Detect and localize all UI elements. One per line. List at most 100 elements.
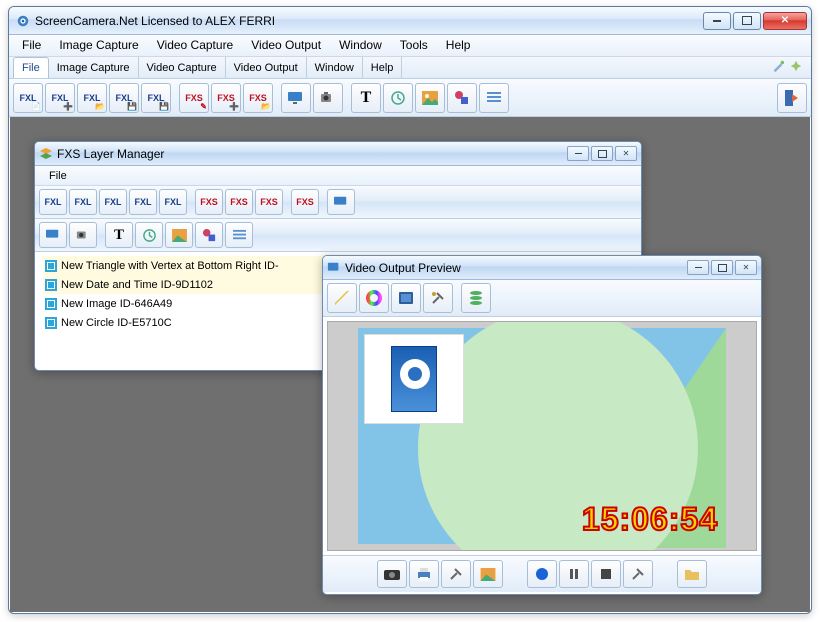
layer-checkbox-icon[interactable] bbox=[45, 260, 57, 272]
record-button[interactable] bbox=[527, 560, 557, 588]
monitor-icon bbox=[327, 261, 341, 275]
preview-title: Video Output Preview bbox=[345, 261, 685, 275]
rec-settings-button[interactable] bbox=[623, 560, 653, 588]
lm-fxs-add[interactable]: FXS bbox=[225, 189, 253, 215]
layer-manager-maximize[interactable] bbox=[591, 146, 613, 161]
menu-video-output[interactable]: Video Output bbox=[242, 35, 330, 56]
webcam-button[interactable] bbox=[313, 83, 343, 113]
layer-label: New Circle ID-E5710C bbox=[61, 317, 172, 329]
ruler-button[interactable] bbox=[327, 283, 357, 313]
preview-titlebar[interactable]: Video Output Preview bbox=[323, 256, 761, 280]
preview-minimize[interactable] bbox=[687, 260, 709, 275]
layer-manager-toolbar-2: T bbox=[35, 219, 641, 252]
stop-button[interactable] bbox=[591, 560, 621, 588]
preview-toolbar bbox=[323, 280, 761, 317]
window-controls bbox=[703, 12, 807, 30]
print-button[interactable] bbox=[409, 560, 439, 588]
menu-tools[interactable]: Tools bbox=[391, 35, 437, 56]
stop-icon bbox=[601, 569, 611, 579]
layer-label: New Triangle with Vertex at Bottom Right… bbox=[61, 260, 279, 272]
lm-image[interactable] bbox=[165, 222, 193, 248]
maximize-button[interactable] bbox=[733, 12, 761, 30]
main-titlebar[interactable]: ScreenCamera.Net Licensed to ALEX FERRI bbox=[9, 7, 811, 35]
fxl-new-button[interactable]: FXL📄 bbox=[13, 83, 43, 113]
lm-monitor[interactable] bbox=[327, 189, 355, 215]
fxl-saveas-button[interactable]: FXL💾 bbox=[141, 83, 171, 113]
list-button[interactable] bbox=[479, 83, 509, 113]
lm-fxl-add[interactable]: FXL bbox=[69, 189, 97, 215]
preview-maximize[interactable] bbox=[711, 260, 733, 275]
pause-button[interactable] bbox=[559, 560, 589, 588]
fxl-open-button[interactable]: FXL📂 bbox=[77, 83, 107, 113]
tab-help[interactable]: Help bbox=[363, 57, 403, 78]
preview-clock-overlay: 15:06:54 bbox=[582, 501, 718, 538]
lm-fxl-save[interactable]: FXL bbox=[129, 189, 157, 215]
layer-label: New Date and Time ID-9D1102 bbox=[61, 279, 213, 291]
fxl-save-button[interactable]: FXL💾 bbox=[109, 83, 139, 113]
layer-manager-menubar: File bbox=[35, 166, 641, 186]
layer-manager-minimize[interactable] bbox=[567, 146, 589, 161]
clock-button[interactable] bbox=[383, 83, 413, 113]
menu-image-capture[interactable]: Image Capture bbox=[50, 35, 147, 56]
tab-window[interactable]: Window bbox=[307, 57, 363, 78]
settings-button[interactable] bbox=[441, 560, 471, 588]
lm-fxs-open[interactable]: FXS bbox=[255, 189, 283, 215]
layer-manager-menu-file[interactable]: File bbox=[41, 168, 75, 184]
pin-icon[interactable] bbox=[789, 59, 803, 76]
image-button[interactable] bbox=[415, 83, 445, 113]
tab-video-capture[interactable]: Video Capture bbox=[139, 57, 226, 78]
fxl-add-button[interactable]: FXL➕ bbox=[45, 83, 75, 113]
lm-text[interactable]: T bbox=[105, 222, 133, 248]
fxs-add-button[interactable]: FXS➕ bbox=[211, 83, 241, 113]
layer-manager-close[interactable] bbox=[615, 146, 637, 161]
lm-fxs-edit[interactable]: FXS bbox=[291, 189, 319, 215]
menu-video-capture[interactable]: Video Capture bbox=[148, 35, 243, 56]
preview-product-image bbox=[364, 334, 464, 424]
lm-screen[interactable] bbox=[39, 222, 67, 248]
fullscreen-button[interactable] bbox=[391, 283, 421, 313]
open-folder-button[interactable] bbox=[677, 560, 707, 588]
lm-webcam[interactable] bbox=[69, 222, 97, 248]
picture-button[interactable] bbox=[473, 560, 503, 588]
shapes-button[interactable] bbox=[447, 83, 477, 113]
close-button[interactable] bbox=[763, 12, 807, 30]
lm-clock[interactable] bbox=[135, 222, 163, 248]
app-icon bbox=[15, 13, 31, 29]
pause-icon bbox=[570, 569, 578, 579]
fxs-new-button[interactable]: FXS✎ bbox=[179, 83, 209, 113]
layer-manager-titlebar[interactable]: FXS Layer Manager bbox=[35, 142, 641, 166]
lm-fxl-open[interactable]: FXL bbox=[99, 189, 127, 215]
tab-file[interactable]: File bbox=[13, 57, 49, 78]
color-wheel-button[interactable] bbox=[359, 283, 389, 313]
menu-window[interactable]: Window bbox=[330, 35, 391, 56]
menu-file[interactable]: File bbox=[13, 35, 50, 56]
wand-icon[interactable] bbox=[771, 59, 785, 76]
layer-label: New Image ID-646A49 bbox=[61, 298, 172, 310]
exit-button[interactable] bbox=[777, 83, 807, 113]
lm-fxl-saveas[interactable]: FXL bbox=[159, 189, 187, 215]
main-window: ScreenCamera.Net Licensed to ALEX FERRI … bbox=[8, 6, 812, 614]
lm-shapes[interactable] bbox=[195, 222, 223, 248]
lm-list[interactable] bbox=[225, 222, 253, 248]
text-button[interactable]: T bbox=[351, 83, 381, 113]
tab-video-output[interactable]: Video Output bbox=[226, 57, 307, 78]
database-button[interactable] bbox=[461, 283, 491, 313]
fxs-open-button[interactable]: FXS📂 bbox=[243, 83, 273, 113]
monitor-button[interactable] bbox=[281, 83, 311, 113]
layer-checkbox-icon[interactable] bbox=[45, 279, 57, 291]
layer-manager-title: FXS Layer Manager bbox=[57, 147, 565, 161]
tools-button[interactable] bbox=[423, 283, 453, 313]
menu-help[interactable]: Help bbox=[437, 35, 480, 56]
tab-image-capture[interactable]: Image Capture bbox=[49, 57, 139, 78]
tab-strip: File Image Capture Video Capture Video O… bbox=[9, 57, 811, 79]
layer-checkbox-icon[interactable] bbox=[45, 298, 57, 310]
lm-fxl-new[interactable]: FXL bbox=[39, 189, 67, 215]
minimize-button[interactable] bbox=[703, 12, 731, 30]
preview-window[interactable]: Video Output Preview 15:06:54 bbox=[322, 255, 762, 595]
preview-close[interactable] bbox=[735, 260, 757, 275]
mdi-area: FXS Layer Manager File FXL FXL FXL FXL F… bbox=[10, 117, 810, 612]
layer-checkbox-icon[interactable] bbox=[45, 317, 57, 329]
preview-bottom-toolbar bbox=[323, 555, 761, 592]
snapshot-button[interactable] bbox=[377, 560, 407, 588]
lm-fxs-new[interactable]: FXS bbox=[195, 189, 223, 215]
